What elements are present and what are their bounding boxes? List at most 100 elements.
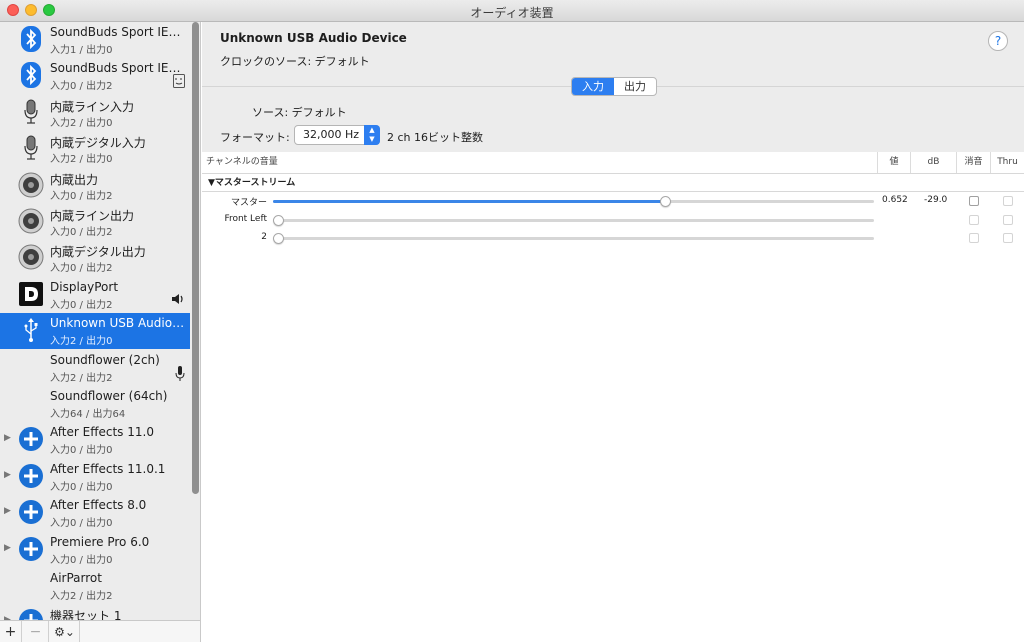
format-value: 32,000 Hz <box>303 128 360 141</box>
device-detail-pane: Unknown USB Audio Device クロックのソース: デフォルト… <box>202 22 1024 642</box>
microphone-icon <box>18 99 44 125</box>
disclosure-triangle-icon[interactable]: ▶ <box>4 433 11 443</box>
format-select[interactable]: 32,000 Hz ▲ ▼ <box>294 125 380 145</box>
device-item-1[interactable]: SoundBuds Sport IE20 2 入力0 / 出力2 <box>0 58 190 94</box>
device-io-count: 入力2 / 出力2 <box>50 372 113 384</box>
microphone-icon <box>18 135 44 161</box>
device-name: 内蔵デジタル出力 <box>50 245 146 260</box>
tab-output[interactable]: 出力 <box>614 78 656 95</box>
thru-checkbox[interactable] <box>1003 214 1013 225</box>
mute-checkbox[interactable] <box>969 233 979 244</box>
usb-icon <box>18 317 44 343</box>
speaker-icon <box>18 244 44 270</box>
device-name: Premiere Pro 6.0 <box>50 534 150 549</box>
audio-midi-window: オーディオ装置 SoundBuds Sport IE20 1 入力1 / 出力0 S… <box>0 0 1024 642</box>
volume-slider[interactable] <box>273 214 874 226</box>
help-button[interactable]: ? <box>988 31 1008 51</box>
volume-slider-knob[interactable] <box>273 214 284 226</box>
tab-input[interactable]: 入力 <box>572 78 614 95</box>
device-title: Unknown USB Audio Device <box>220 31 407 45</box>
displayport-icon <box>18 281 44 307</box>
mute-checkbox[interactable] <box>969 214 979 225</box>
device-item-14[interactable]: ▶ Premiere Pro 6.0 入力0 / 出力0 <box>0 532 190 568</box>
device-item-8[interactable]: Unknown USB Audio D... 入力2 / 出力0 <box>0 313 190 350</box>
device-item-13[interactable]: ▶ After Effects 8.0 入力0 / 出力0 <box>0 495 190 531</box>
volume-slider-fill <box>273 200 665 203</box>
device-name: SoundBuds Sport IE20 2 <box>50 61 185 76</box>
device-io-count: 入力0 / 出力2 <box>50 263 113 275</box>
volume-icon <box>171 293 185 308</box>
sidebar-scrollbar[interactable] <box>192 22 199 494</box>
device-io-count: 入力64 / 出力64 <box>50 409 126 420</box>
device-item-0[interactable]: SoundBuds Sport IE20 1 入力1 / 出力0 <box>0 22 190 58</box>
volume-slider[interactable] <box>273 233 874 245</box>
device-name: 内蔵ライン出力 <box>50 209 135 223</box>
header-channel-volume: チャンネルの音量 <box>202 152 878 173</box>
device-io-count: 入力0 / 出力2 <box>50 81 113 93</box>
device-list[interactable]: SoundBuds Sport IE20 1 入力1 / 出力0 SoundBuds… <box>0 22 201 620</box>
disclosure-triangle-icon[interactable]: ▶ <box>4 506 11 516</box>
device-item-3[interactable]: 内蔵デジタル入力 入力2 / 出力0 <box>0 131 190 167</box>
device-item-16[interactable]: ▶機器セット 1 <box>0 604 190 620</box>
channel-row: Front Left <box>202 211 1024 230</box>
header-value: 値 <box>878 152 911 173</box>
source-label: ソース: デフォルト <box>252 106 347 119</box>
device-item-5[interactable]: 内蔵ライン出力 入力0 / 出力2 <box>0 204 190 240</box>
device-io-count: 入力2 / 出力0 <box>50 154 113 166</box>
device-item-12[interactable]: ▶ After Effects 11.0.1 入力0 / 出力0 <box>0 459 190 495</box>
remove-device-button[interactable]: − <box>23 621 49 642</box>
device-name: Soundflower (2ch) <box>50 352 160 367</box>
device-name: 内蔵ライン入力 <box>50 99 135 114</box>
device-item-6[interactable]: 内蔵デジタル出力 入力0 / 出力2 <box>0 240 190 276</box>
header-mute: 消音 <box>957 152 991 173</box>
device-item-9[interactable]: Soundflower (2ch) 入力2 / 出力2 <box>0 350 190 386</box>
thru-checkbox[interactable] <box>1003 196 1013 206</box>
add-device-button[interactable]: + <box>0 621 22 642</box>
header-db: dB <box>911 152 957 173</box>
device-io-count: 入力2 / 出力2 <box>50 591 113 602</box>
gear-menu-button[interactable]: ⚙︎⌄ <box>50 621 80 642</box>
device-item-2[interactable]: 内蔵ライン入力 入力2 / 出力0 <box>0 95 190 131</box>
disclosure-triangle-icon[interactable]: ▶ <box>4 470 11 480</box>
device-item-4[interactable]: 内蔵出力 入力0 / 出力2 <box>0 168 190 204</box>
device-name: 機器セット 1 <box>50 609 122 620</box>
mute-checkbox[interactable] <box>969 196 979 206</box>
device-item-7[interactable]: DisplayPort 入力0 / 出力2 <box>0 277 190 313</box>
aggregate-plus-icon <box>18 426 44 452</box>
volume-db: -29.0 <box>924 195 948 205</box>
volume-slider-knob[interactable] <box>659 196 671 207</box>
device-name: 内蔵出力 <box>50 172 99 187</box>
chevron-updown-icon: ▲ ▼ <box>364 125 380 145</box>
device-name: AirParrot <box>50 571 102 585</box>
volume-slider-knob[interactable] <box>273 233 284 245</box>
volume-slider[interactable] <box>273 196 874 207</box>
device-name: After Effects 11.0.1 <box>50 461 166 476</box>
speaker-icon <box>18 172 44 198</box>
sidebar-toolbar: + − ⚙︎⌄ <box>0 620 201 642</box>
channel-row: 2 <box>202 229 1024 248</box>
thru-checkbox[interactable] <box>1003 233 1013 244</box>
device-io-count: 入力0 / 出力0 <box>50 554 113 566</box>
device-name: After Effects 8.0 <box>50 498 147 513</box>
device-name: After Effects 11.0 <box>50 425 154 440</box>
device-io-count: 入力0 / 出力0 <box>50 518 113 530</box>
device-io-count: 入力2 / 出力0 <box>50 117 113 129</box>
channel-row: マスター 0.652 -29.0 <box>202 192 1024 211</box>
device-io-count: 入力0 / 出力0 <box>50 445 113 457</box>
channel-label: マスター <box>230 198 267 208</box>
device-io-count: 入力0 / 出力2 <box>50 299 113 311</box>
aggregate-plus-icon <box>18 499 44 525</box>
device-name: 内蔵デジタル入力 <box>50 136 146 151</box>
title-bar: オーディオ装置 <box>0 0 1024 22</box>
device-io-count: 入力1 / 出力0 <box>50 45 113 56</box>
device-item-10[interactable]: Soundflower (64ch) 入力64 / 出力64 <box>0 386 190 422</box>
volume-value: 0.652 <box>882 195 908 205</box>
microphone-icon <box>175 365 185 385</box>
master-stream-group[interactable]: ▼マスターストリーム <box>202 174 1024 192</box>
device-item-11[interactable]: ▶ After Effects 11.0 入力0 / 出力0 <box>0 422 190 458</box>
disclosure-triangle-icon[interactable]: ▶ <box>4 543 11 553</box>
device-item-15[interactable]: AirParrot 入力2 / 出力2 <box>0 568 190 604</box>
aggregate-plus-icon <box>18 463 44 489</box>
device-io-count: 入力0 / 出力2 <box>50 227 113 238</box>
io-segmented-control[interactable]: 入力 出力 <box>571 77 657 96</box>
